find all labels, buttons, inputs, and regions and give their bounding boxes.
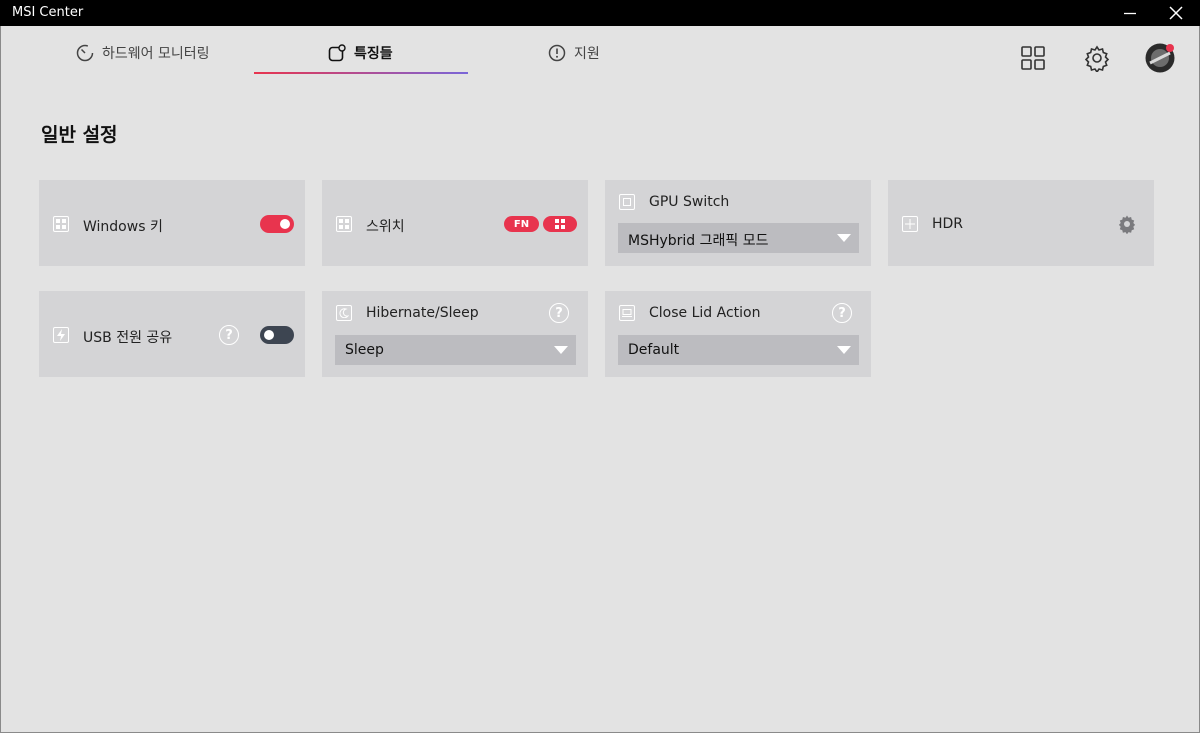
tab-features[interactable]: 특징들 xyxy=(328,42,393,64)
windows-icon xyxy=(53,216,69,232)
tab-support[interactable]: 지원 xyxy=(548,42,600,64)
gauge-icon xyxy=(76,44,94,62)
chevron-down-icon xyxy=(837,346,851,354)
minimize-icon xyxy=(1124,12,1136,15)
active-tab-indicator xyxy=(254,72,468,74)
hdr-settings-button[interactable] xyxy=(1117,214,1137,238)
grid-icon xyxy=(1021,46,1045,70)
close-lid-help-button[interactable]: ? xyxy=(832,303,852,323)
avatar-icon xyxy=(1145,43,1175,73)
apps-grid-button[interactable] xyxy=(1019,44,1047,72)
hibernate-sleep-label: Hibernate/Sleep xyxy=(366,305,479,321)
title-bar: MSI Center xyxy=(0,0,1200,26)
card-switch: 스위치 FN xyxy=(322,180,588,266)
tab-label: 특징들 xyxy=(354,46,393,62)
card-usb-power: USB 전원 공유 ? xyxy=(39,291,305,377)
hibernate-help-button[interactable]: ? xyxy=(549,303,569,323)
card-windows-key: Windows 키 xyxy=(39,180,305,266)
hdr-label: HDR xyxy=(932,216,964,232)
features-icon xyxy=(328,44,346,62)
card-hibernate-sleep: Hibernate/Sleep ? Sleep xyxy=(322,291,588,377)
card-hdr: HDR xyxy=(888,180,1154,266)
tab-label: 지원 xyxy=(574,46,600,62)
hibernate-select[interactable]: Sleep xyxy=(335,335,576,365)
gpu-switch-label: GPU Switch xyxy=(649,194,730,210)
gear-icon xyxy=(1118,215,1136,235)
app-content: 하드웨어 모니터링 특징들 지원 일반 설정 Windows 키 스위치 FN … xyxy=(0,26,1200,733)
close-lid-label: Close Lid Action xyxy=(649,305,761,321)
gpu-mode-value: MSHybrid 그래픽 모드 xyxy=(628,233,769,249)
windows-key-label: Windows 키 xyxy=(83,219,163,235)
chevron-down-icon xyxy=(837,234,851,242)
tab-hardware-monitoring[interactable]: 하드웨어 모니터링 xyxy=(76,42,210,64)
window-title: MSI Center xyxy=(12,5,84,20)
card-gpu-switch: GPU Switch MSHybrid 그래픽 모드 xyxy=(605,180,871,266)
chevron-down-icon xyxy=(554,346,568,354)
switch-label: 스위치 xyxy=(366,219,405,235)
windows-badge-button[interactable] xyxy=(543,216,577,232)
fn-badge-button[interactable]: FN xyxy=(504,216,539,232)
usb-power-label: USB 전원 공유 xyxy=(83,330,173,346)
section-title: 일반 설정 xyxy=(41,124,118,146)
windows-icon xyxy=(555,219,565,229)
windows-icon xyxy=(336,216,352,232)
user-avatar[interactable] xyxy=(1145,43,1175,73)
close-button[interactable] xyxy=(1153,0,1199,26)
moon-icon xyxy=(336,305,352,321)
support-icon xyxy=(548,44,566,62)
usb-power-toggle[interactable] xyxy=(260,326,294,344)
lightning-icon xyxy=(53,327,69,343)
gear-icon xyxy=(1084,45,1110,72)
close-lid-value: Default xyxy=(628,342,680,358)
close-icon xyxy=(1169,6,1183,20)
minimize-button[interactable] xyxy=(1107,0,1153,26)
hdr-icon xyxy=(902,216,918,232)
gpu-chip-icon xyxy=(619,194,635,210)
usb-power-help-button[interactable]: ? xyxy=(219,325,239,345)
tab-label: 하드웨어 모니터링 xyxy=(102,46,210,62)
windows-key-toggle[interactable] xyxy=(260,215,294,233)
laptop-icon xyxy=(619,305,635,321)
gpu-mode-select[interactable]: MSHybrid 그래픽 모드 xyxy=(618,223,859,253)
close-lid-select[interactable]: Default xyxy=(618,335,859,365)
card-close-lid-action: Close Lid Action ? Default xyxy=(605,291,871,377)
settings-button[interactable] xyxy=(1083,44,1111,72)
hibernate-value: Sleep xyxy=(345,342,384,358)
